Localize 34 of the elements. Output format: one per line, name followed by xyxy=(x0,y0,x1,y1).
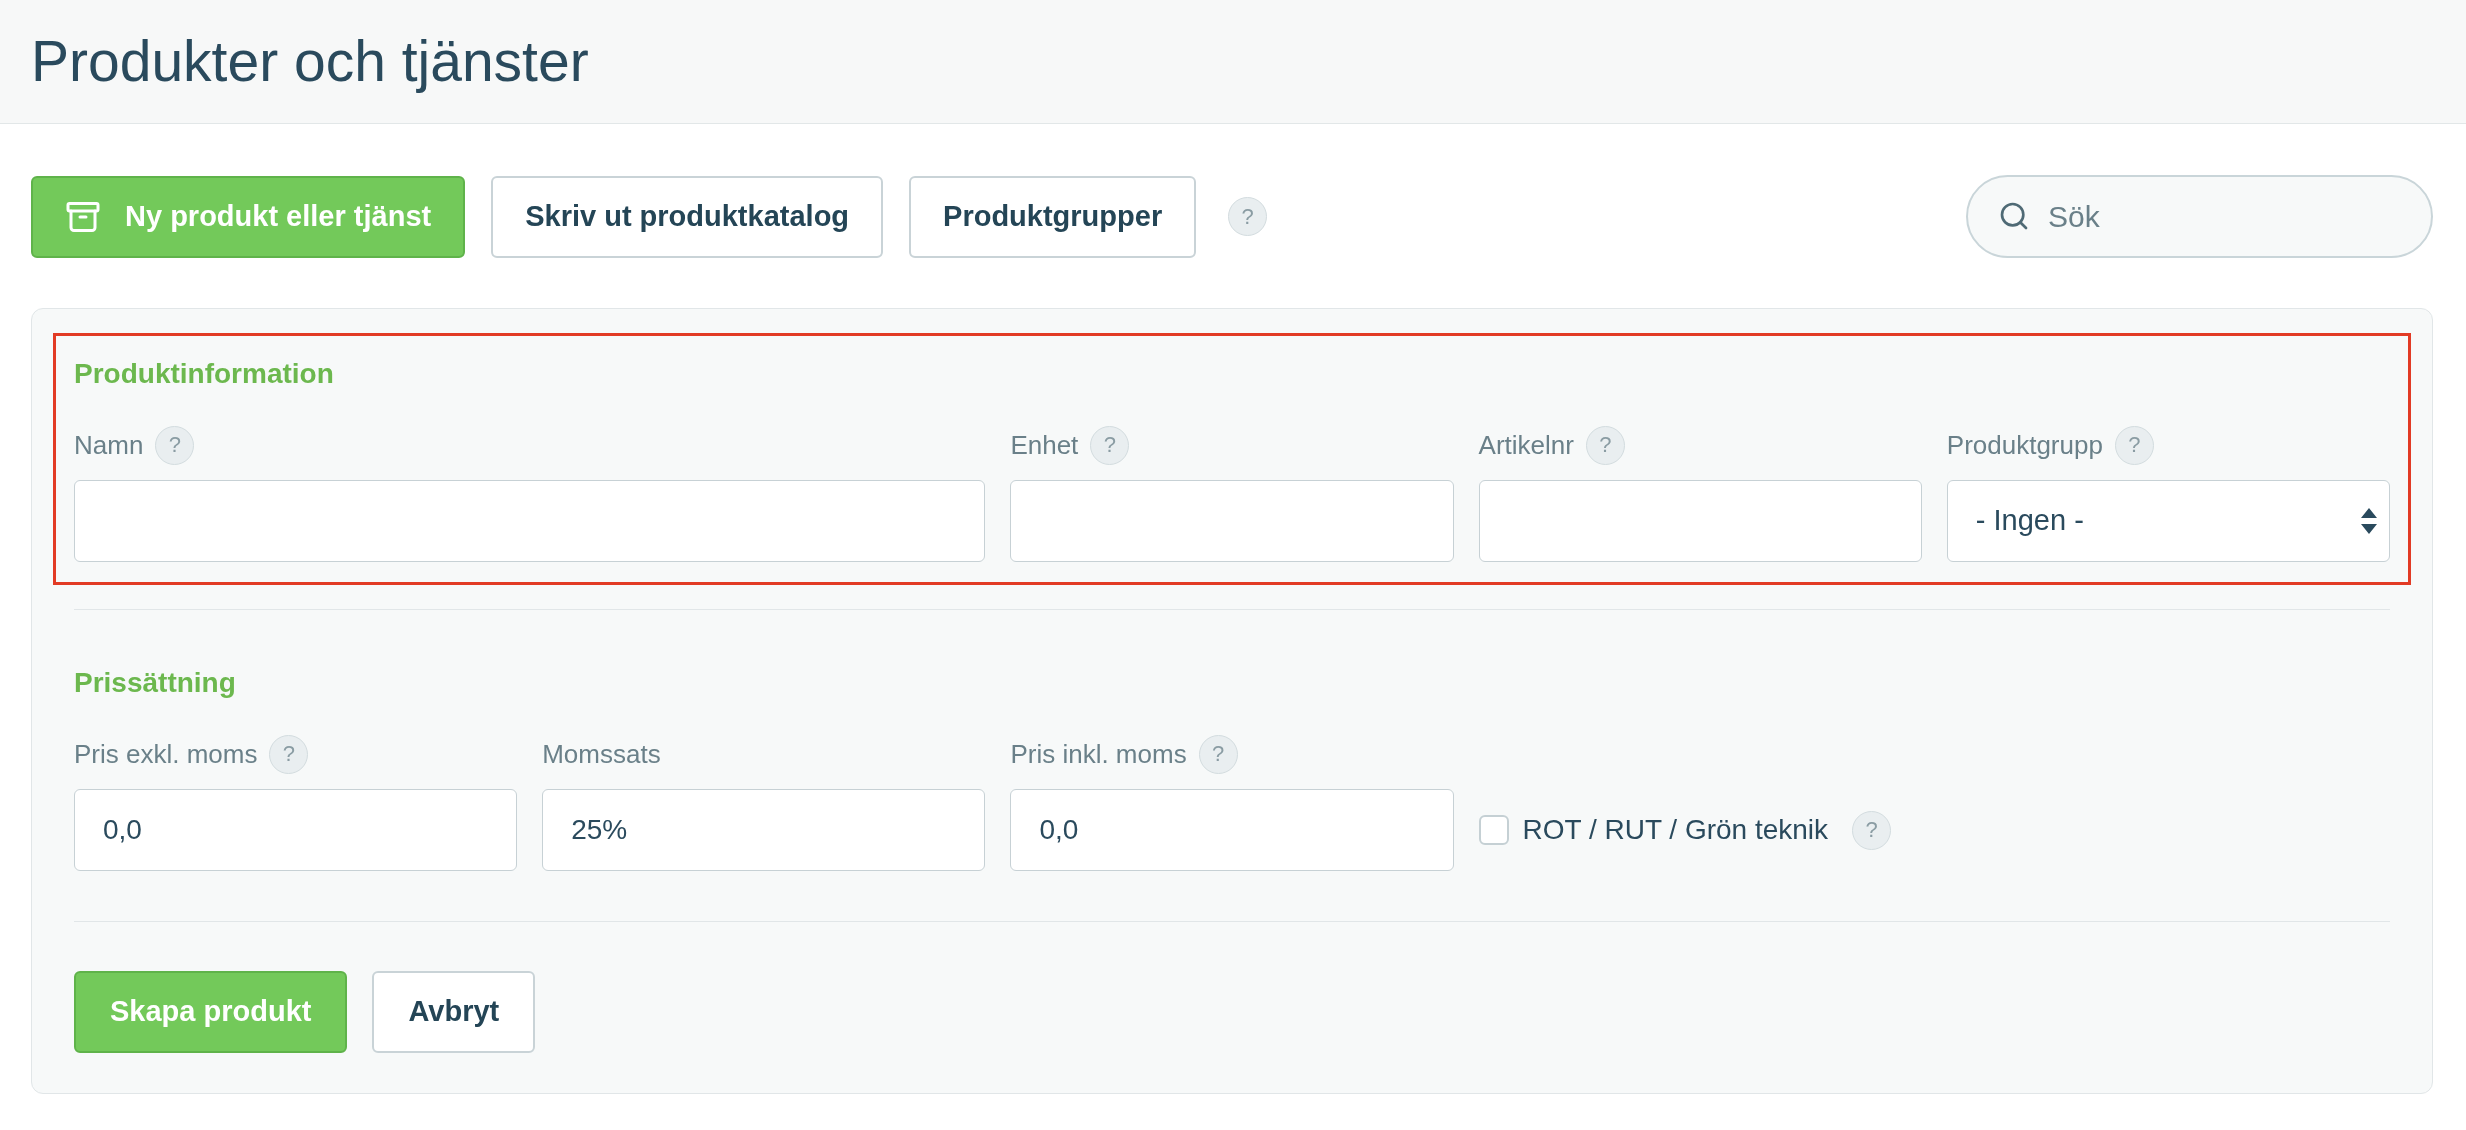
help-button[interactable]: ? xyxy=(1585,425,1625,465)
help-button[interactable]: ? xyxy=(1090,425,1130,465)
help-button[interactable]: ? xyxy=(269,734,309,774)
text-field[interactable] xyxy=(74,480,986,562)
section-title: Produktinformation xyxy=(74,357,335,391)
sort-arrows-icon xyxy=(2361,508,2377,534)
field-label: Produktgrupp xyxy=(1946,428,2103,462)
help-button[interactable]: ? xyxy=(1198,734,1238,774)
field-label: Pris inkl. moms xyxy=(1010,737,1187,771)
toolbar-button[interactable]: Produktgrupper xyxy=(909,175,1197,258)
field-label: Namn xyxy=(74,428,144,462)
new-product-button[interactable]: Ny produkt eller tjänst xyxy=(31,175,466,258)
search-icon xyxy=(1998,200,2030,232)
section-title: Prissättning xyxy=(74,666,237,700)
text-field[interactable]: 25% xyxy=(542,789,986,871)
field-label: Momssats xyxy=(542,737,661,771)
help-button[interactable]: ? xyxy=(155,425,195,465)
field-label: Artikelnr xyxy=(1478,428,1574,462)
checkbox-label: ROT / RUT / Grön teknik xyxy=(1522,813,1829,847)
text-field[interactable]: 0,0 xyxy=(74,789,518,871)
text-field[interactable] xyxy=(1010,480,1454,562)
cancel-button[interactable]: Avbryt xyxy=(372,971,536,1053)
text-field[interactable] xyxy=(1478,480,1922,562)
field-label: Enhet xyxy=(1010,428,1079,462)
toolbar-button[interactable]: Skriv ut produktkatalog xyxy=(491,175,884,258)
help-button[interactable]: ? xyxy=(1852,810,1892,850)
checkbox[interactable] xyxy=(1478,815,1509,845)
help-button[interactable]: ? xyxy=(2114,425,2154,465)
text-field[interactable]: 0,0 xyxy=(1010,789,1454,871)
field-label: Pris exkl. moms xyxy=(74,737,258,771)
select-field[interactable]: - Ingen - xyxy=(1946,480,2390,562)
search-field[interactable]: Sök xyxy=(1966,175,2433,258)
create-product-button[interactable]: Skapa produkt xyxy=(74,971,348,1053)
help-button[interactable]: ? xyxy=(1228,197,1268,236)
